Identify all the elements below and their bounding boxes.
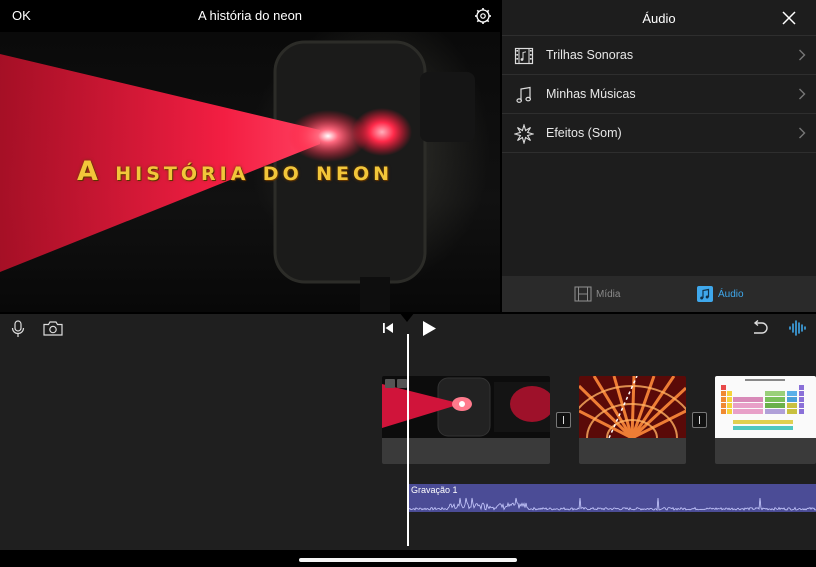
chevron-right-icon bbox=[799, 127, 806, 139]
clip-audio-track bbox=[579, 438, 686, 464]
video-clip[interactable] bbox=[579, 376, 686, 464]
play-icon[interactable] bbox=[421, 320, 437, 337]
film-strip-icon bbox=[514, 47, 534, 65]
tab-media-label: Mídia bbox=[596, 289, 621, 300]
audio-clip-label: Gravação 1 bbox=[411, 485, 458, 495]
clip-thumbnail bbox=[579, 376, 686, 438]
music-note-icon bbox=[516, 86, 532, 103]
chevron-right-icon bbox=[799, 88, 806, 100]
skip-to-start-icon[interactable] bbox=[382, 322, 394, 334]
tab-audio-label: Áudio bbox=[718, 289, 744, 300]
video-viewer: OK A história do neon A história do neon bbox=[0, 0, 500, 312]
camera-icon[interactable] bbox=[43, 321, 63, 336]
audio-item-soundtracks[interactable]: Trilhas Sonoras bbox=[502, 36, 816, 75]
voiceover-audio-clip[interactable]: Gravação 1 bbox=[408, 484, 816, 512]
undo-icon[interactable] bbox=[751, 320, 769, 336]
home-indicator[interactable] bbox=[299, 558, 517, 562]
viewer-toolbar: OK A história do neon bbox=[0, 0, 500, 32]
audio-item-my-music[interactable]: Minhas Músicas bbox=[502, 75, 816, 114]
audio-item-label: Minhas Músicas bbox=[546, 87, 636, 101]
settings-gear-icon[interactable] bbox=[474, 7, 492, 25]
playhead[interactable] bbox=[407, 334, 409, 546]
video-preview[interactable]: A história do neon bbox=[0, 32, 500, 312]
project-title: A história do neon bbox=[197, 8, 303, 23]
transition-button[interactable] bbox=[692, 412, 707, 428]
film-icon bbox=[574, 286, 592, 302]
audio-item-label: Efeitos (Som) bbox=[546, 126, 622, 140]
chevron-right-icon bbox=[799, 49, 806, 61]
home-bar bbox=[0, 550, 816, 567]
audio-panel-header: Áudio bbox=[502, 0, 816, 36]
timeline[interactable]: Gravação 1 bbox=[0, 312, 816, 550]
music-note-icon bbox=[697, 286, 713, 302]
starburst-icon bbox=[514, 124, 534, 144]
audio-browser-panel: Áudio Trilhas Sonoras Minhas Músicas Efe… bbox=[502, 0, 816, 312]
audio-panel-title: Áudio bbox=[642, 11, 676, 26]
video-clip[interactable] bbox=[715, 376, 816, 464]
audio-item-label: Trilhas Sonoras bbox=[546, 48, 634, 62]
clip-audio-track bbox=[715, 438, 816, 464]
audio-waveform bbox=[408, 497, 816, 511]
close-icon[interactable] bbox=[782, 11, 796, 25]
clip-thumbnail bbox=[715, 376, 816, 438]
microphone-icon[interactable] bbox=[10, 320, 26, 338]
audio-waveform-icon[interactable] bbox=[788, 319, 808, 337]
video-title-overlay: A história do neon bbox=[76, 156, 394, 187]
audio-item-sound-effects[interactable]: Efeitos (Som) bbox=[502, 114, 816, 153]
browser-tab-bar: Mídia Áudio bbox=[502, 276, 816, 312]
transition-button[interactable] bbox=[556, 412, 571, 428]
playhead-marker bbox=[399, 312, 415, 322]
